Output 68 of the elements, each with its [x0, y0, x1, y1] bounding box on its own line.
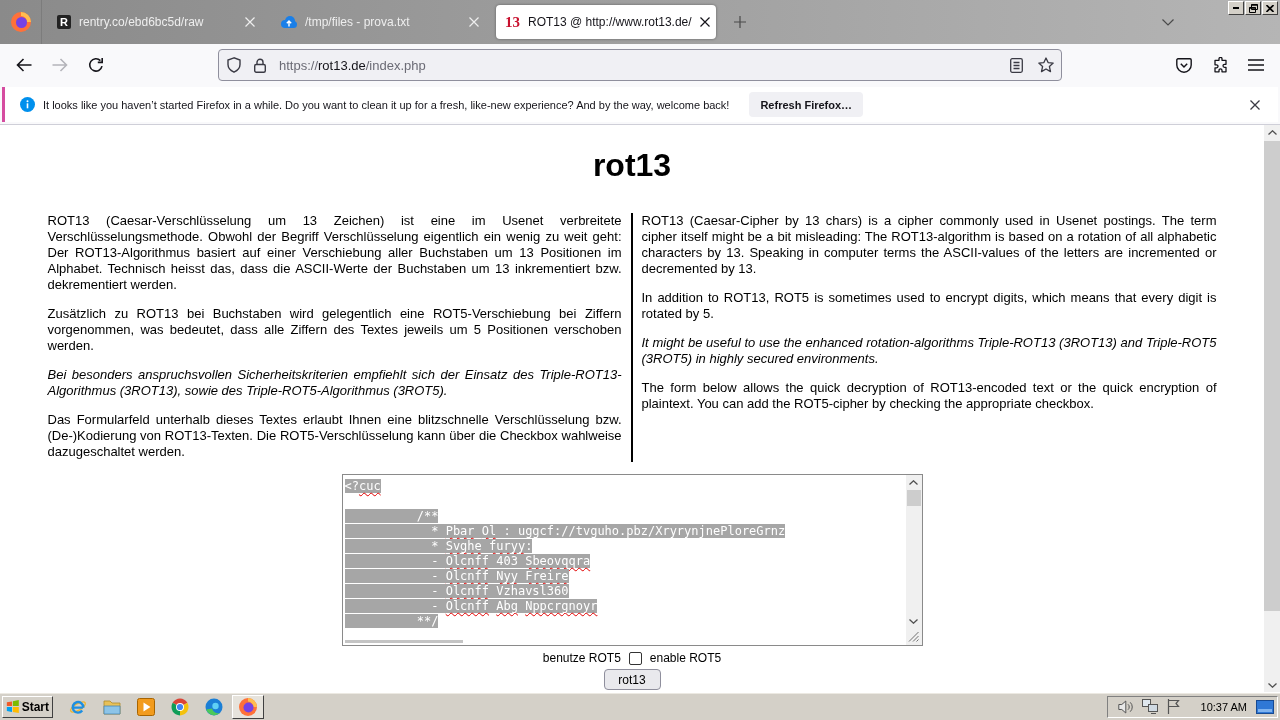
minimize-button[interactable]	[1228, 1, 1244, 15]
notification-message: It looks like you haven’t started Firefox in a while. Do you want to clean it up for a fresh, like-new experience? And by the way, welcome back!	[43, 98, 730, 111]
close-window-button[interactable]	[1262, 1, 1278, 15]
checkbox[interactable]	[628, 651, 642, 665]
start-button[interactable]: Start	[2, 695, 53, 718]
menu-icon	[1248, 59, 1264, 71]
folder-icon	[103, 698, 121, 715]
shield-icon[interactable]	[227, 57, 241, 73]
close-icon	[1266, 4, 1274, 12]
scrollbar-thumb[interactable]	[906, 490, 921, 506]
convert-button[interactable]: rot13	[603, 669, 661, 690]
windows-flag-icon	[6, 699, 20, 714]
address-bar[interactable]: https://rot13.de/index.php	[218, 49, 1062, 81]
paragraph: ROT13 (Caesar-Verschlüsselung um 13 Zeichen) ist eine im Usenet verbreitete Verschlüsselungsmethode. Obwohl der Begriff Verschlüsselung eigentlich ein wenig zu weit geht: Der ROT13-Algorithmus basiert auf einer Verschiebung aller Buchstaben um 13 Positionen im Alphabet. Technisch heisst das, dass die ASCII-Werte der Buchstaben um 13 inkrementiert bzw. dekrementiert werden.	[47, 213, 622, 293]
network-icon[interactable]	[1141, 699, 1158, 714]
letter-favicon-icon: R	[57, 15, 71, 29]
close-icon	[699, 17, 710, 27]
firefox-icon	[239, 697, 257, 716]
checkbox-label: enable ROT5	[649, 650, 722, 666]
scroll-down-icon[interactable]	[1267, 683, 1277, 688]
number-favicon-icon: 13	[505, 14, 520, 30]
paragraph: Bei besonders anspruchsvollen Sicherheitskriterien empfiehlt sich der Einsatz des Triple-ROT13-Algorithmus (3ROT13), sowie des Triple-ROT5-Algorithmus (3ROT5).	[47, 367, 622, 399]
paragraph: The form below allows the quick decryption of ROT13-encoded text or the quick encryption of plaintext. You can add the ROT5-cipher by checking the appropriate checkbox.	[641, 380, 1217, 412]
minimize-icon	[1233, 7, 1239, 9]
paragraph: In addition to ROT13, ROT5 is sometimes used to encrypt digits, which means that every digit is rotated by 5.	[641, 290, 1217, 322]
edge-icon	[205, 697, 223, 716]
close-icon	[469, 17, 479, 27]
scroll-up-icon[interactable]	[909, 480, 918, 485]
cloud-upload-icon	[281, 16, 297, 28]
browser-tab[interactable]: R rentry.co/ebd6bc5d/raw	[48, 5, 268, 39]
show-desktop-icon[interactable]	[1256, 699, 1274, 714]
lock-icon[interactable]	[254, 57, 266, 73]
flag-icon[interactable]	[1166, 699, 1180, 714]
scroll-down-icon[interactable]	[909, 619, 918, 624]
refresh-button[interactable]: Refresh Firefox…	[749, 92, 864, 117]
clock: 10:37 AM	[1200, 700, 1247, 713]
vertical-scrollbar[interactable]	[905, 475, 922, 645]
reload-icon	[88, 57, 104, 73]
plus-icon	[734, 16, 746, 28]
paragraph: Zusätzlich zu ROT13 bei Buchstaben wird gelegentlich eine ROT5-Verschiebung bei Ziffern vorgenommen, was bedeutet, dass alle Ziffern des Textes jeweils um 5 Positionen verschoben werden.	[47, 306, 622, 354]
resize-grip-icon[interactable]	[908, 631, 919, 642]
chevron-down-icon	[1162, 18, 1174, 26]
back-arrow-icon	[16, 58, 32, 72]
reader-view-icon[interactable]	[1010, 57, 1023, 73]
restore-icon	[1248, 3, 1258, 13]
page-title: rot13	[592, 147, 672, 184]
media-player-icon	[137, 697, 155, 716]
browser-tab[interactable]: 13 ROT13 @ http://www.rot13.de/	[496, 5, 716, 39]
paragraph: It might be useful to use the enhanced rotation-algorithms Triple-ROT13 (3ROT13) and Triple-ROT5 (3ROT5) in highly secured environments.	[641, 335, 1217, 367]
scroll-up-icon[interactable]	[1267, 130, 1277, 135]
forward-arrow-icon	[52, 58, 68, 72]
restore-button[interactable]	[1245, 1, 1261, 15]
close-icon	[245, 17, 255, 27]
info-icon	[20, 97, 35, 112]
checkbox-label: benutze ROT5	[542, 650, 621, 666]
paragraph: ROT13 (Caesar-Cipher by 13 chars) is a cipher commonly used in Usenet postings. The term cipher itself might be a bit misleading: The ROT13-algorithm is based on a rotation of all alphabetic characters by 13. Speaking in computer terms the ASCII-values of the letters are incremented or decremented by 13.	[641, 213, 1217, 277]
taskbar-app-button[interactable]	[232, 694, 264, 719]
speaker-icon[interactable]	[1117, 699, 1133, 714]
bookmark-star-icon[interactable]	[1038, 57, 1054, 73]
page-scrollbar[interactable]	[1264, 125, 1280, 692]
puzzle-piece-icon	[1213, 57, 1227, 73]
paragraph: Das Formularfeld unterhalb dieses Textes erlaubt Ihnen eine blitzschnelle Verschlüsselung bzw. (De-)Kodierung von ROT13-Texten. Die ROT5-Verschlüsselung kann über die Checkbox wahlweise dazugeschaltet werden.	[47, 412, 622, 460]
horizontal-scrollbar-thumb[interactable]	[344, 640, 463, 643]
scrollbar-thumb[interactable]	[1264, 141, 1280, 611]
close-icon	[1250, 99, 1260, 110]
chrome-icon	[171, 697, 189, 716]
browser-logo-icon[interactable]	[10, 12, 31, 32]
pocket-icon	[1176, 57, 1192, 73]
